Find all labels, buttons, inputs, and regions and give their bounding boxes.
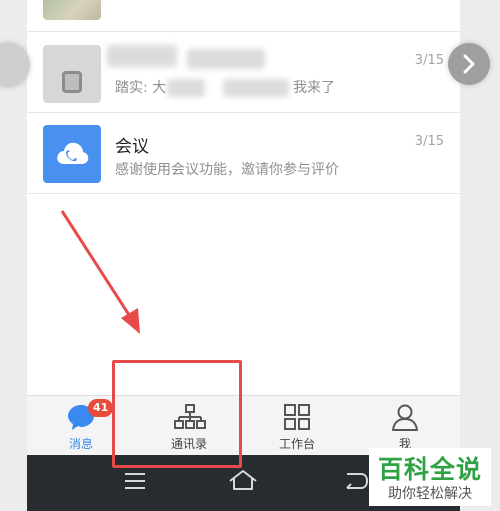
cloud-phone-icon bbox=[57, 142, 89, 164]
grid-icon bbox=[284, 404, 310, 430]
message-time: 3/15 bbox=[414, 53, 444, 68]
person-icon bbox=[392, 404, 418, 431]
message-time: 3/15 bbox=[414, 134, 444, 149]
list-item[interactable] bbox=[27, 0, 460, 32]
annotation-highlight-box bbox=[112, 360, 242, 468]
redacted-text bbox=[167, 79, 205, 97]
home-icon[interactable] bbox=[228, 469, 258, 491]
chevron-right-icon bbox=[463, 54, 475, 74]
tab-me[interactable]: 我 bbox=[351, 396, 459, 456]
document-icon bbox=[62, 71, 82, 93]
watermark: 百科全说 助你轻松解决 bbox=[369, 448, 491, 506]
bottom-tab-bar: 41 消息 通讯录 工作台 我 bbox=[27, 395, 460, 455]
redacted-name bbox=[107, 45, 177, 67]
avatar bbox=[43, 125, 101, 183]
watermark-title: 百科全说 bbox=[377, 455, 482, 484]
avatar bbox=[43, 0, 101, 20]
conversation-title: 会议 bbox=[115, 137, 149, 157]
next-page-button[interactable] bbox=[448, 43, 490, 85]
redacted-text bbox=[223, 79, 289, 97]
list-item[interactable]: 踏实: 大 我来了 3/15 bbox=[27, 33, 460, 113]
tab-label: 工作台 bbox=[278, 437, 315, 451]
redacted-name bbox=[187, 49, 265, 69]
watermark-subtitle: 助你轻松解决 bbox=[388, 486, 472, 502]
message-preview: 踏实: 大 我来了 bbox=[115, 80, 335, 96]
unread-badge: 41 bbox=[88, 399, 114, 417]
back-icon[interactable] bbox=[343, 471, 369, 491]
tab-workbench[interactable]: 工作台 bbox=[243, 396, 351, 456]
message-preview: 感谢使用会议功能，邀请你参与评价 bbox=[115, 162, 339, 178]
list-item-meeting[interactable]: 会议 感谢使用会议功能，邀请你参与评价 3/15 bbox=[27, 114, 460, 194]
avatar bbox=[43, 45, 101, 103]
menu-icon[interactable] bbox=[124, 471, 146, 491]
